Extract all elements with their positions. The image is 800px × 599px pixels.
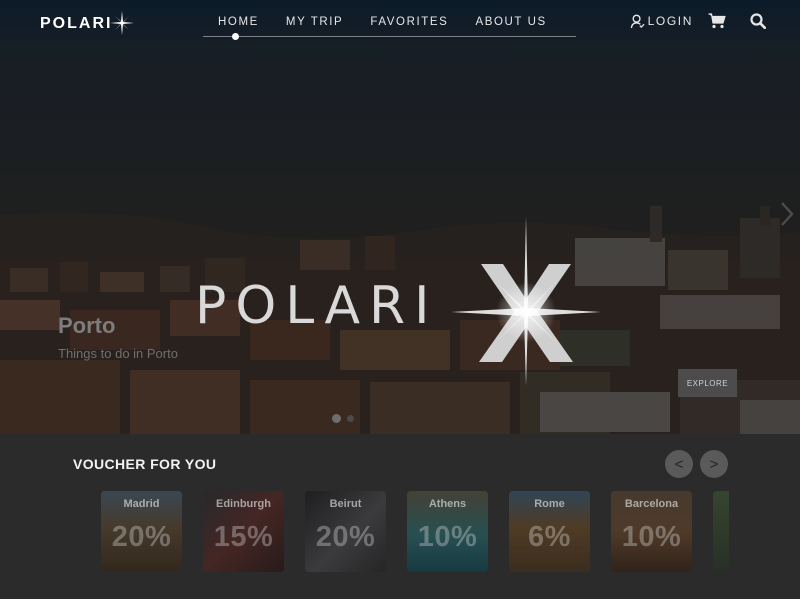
nav-actions: LOGIN: [630, 13, 766, 29]
hero-logo-text: POLARI: [195, 276, 439, 336]
voucher-discount: 10%: [621, 521, 682, 553]
voucher-card-edinburgh[interactable]: Edinburgh 15%: [203, 491, 284, 572]
hero-banner: POLARI HOME MY TRIP FAVORITES ABOUT US L…: [0, 0, 800, 434]
nav-menu: HOME MY TRIP FAVORITES ABOUT US: [204, 16, 574, 28]
brand-name: POLARI: [40, 15, 113, 32]
voucher-discount: 10%: [417, 521, 478, 553]
nav-home[interactable]: HOME: [218, 16, 259, 28]
voucher-carousel: Madrid 20% Edinburgh 15% Beirut 20% Athe…: [101, 491, 729, 572]
voucher-next-button[interactable]: >: [700, 450, 728, 478]
nav-underline: [203, 36, 576, 37]
nav-my-trip[interactable]: MY TRIP: [286, 16, 343, 28]
voucher-discount: 15%: [213, 521, 274, 553]
voucher-card-athens[interactable]: Athens 10%: [407, 491, 488, 572]
login-label: LOGIN: [647, 14, 693, 28]
slide-indicator[interactable]: [347, 415, 354, 422]
cart-icon: [708, 13, 726, 29]
voucher-card-rome[interactable]: Rome 6%: [509, 491, 590, 572]
voucher-card-barcelona[interactable]: Barcelona 10%: [611, 491, 692, 572]
user-icon: [630, 14, 645, 28]
nav-favorites[interactable]: FAVORITES: [370, 16, 448, 28]
nav-about-us[interactable]: ABOUT US: [475, 16, 546, 28]
top-navigation: POLARI HOME MY TRIP FAVORITES ABOUT US L…: [0, 0, 800, 48]
hero-logo: POLARI: [195, 216, 601, 386]
voucher-card-madrid[interactable]: Madrid 20%: [101, 491, 182, 572]
voucher-section: VOUCHER FOR YOU < > Madrid 20% Edinburgh…: [0, 434, 800, 599]
voucher-discount: 6%: [528, 521, 571, 553]
slide-title: Porto: [58, 313, 116, 338]
slide-indicator-active[interactable]: [332, 414, 341, 423]
voucher-title: VOUCHER FOR YOU: [73, 456, 217, 472]
card-overlay: [713, 491, 729, 572]
search-icon: [750, 13, 766, 29]
cart-button[interactable]: [708, 13, 726, 29]
voucher-city: Madrid: [123, 498, 160, 510]
voucher-city: Beirut: [329, 498, 362, 510]
search-button[interactable]: [750, 13, 766, 29]
voucher-city: Rome: [534, 498, 565, 510]
voucher-city: Edinburgh: [216, 498, 271, 510]
explore-button[interactable]: EXPLORE: [678, 369, 737, 397]
voucher-prev-button[interactable]: <: [665, 450, 693, 478]
voucher-discount: 20%: [315, 521, 376, 553]
voucher-card-partial[interactable]: [713, 491, 729, 572]
nav-active-indicator: [232, 33, 239, 40]
slide-subtitle: Things to do in Porto: [58, 346, 178, 361]
star-sparkle-icon: [110, 11, 135, 35]
chevron-right-icon[interactable]: [779, 200, 795, 228]
voucher-discount: 20%: [111, 521, 172, 553]
voucher-city: Barcelona: [624, 498, 679, 510]
voucher-city: Athens: [428, 498, 467, 510]
login-button[interactable]: LOGIN: [630, 14, 693, 29]
brand-logo[interactable]: POLARI: [40, 11, 135, 35]
voucher-card-beirut[interactable]: Beirut 20%: [305, 491, 386, 572]
star-x-icon: [451, 216, 601, 386]
